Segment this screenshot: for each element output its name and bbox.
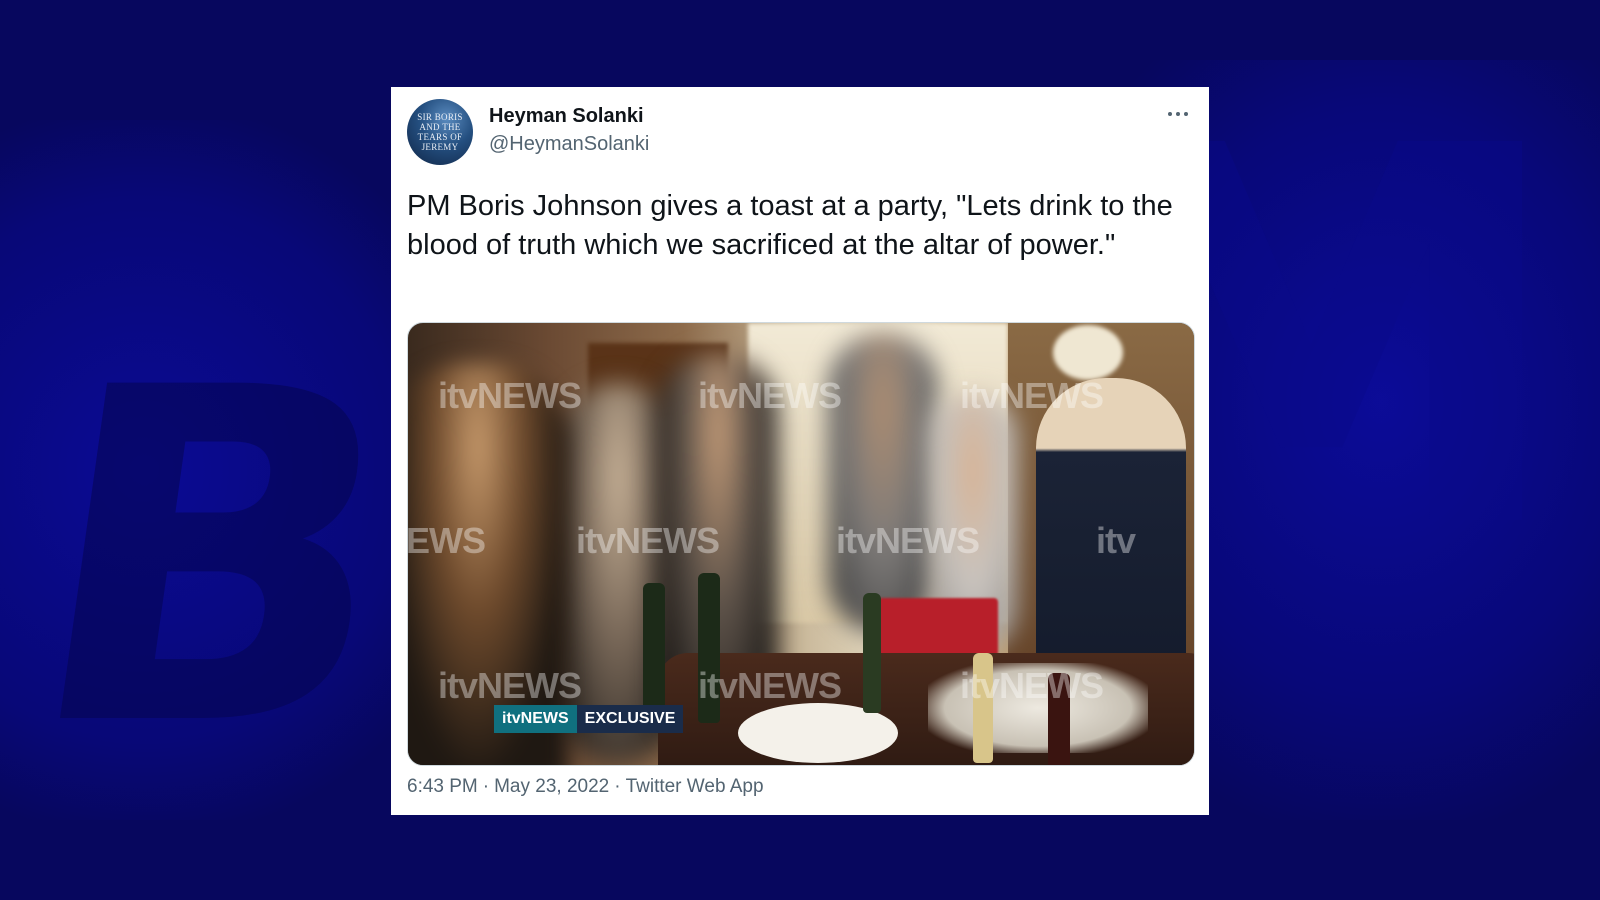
watermark-itv-news: itvNEWS [960,665,1104,706]
photo-blurred-person [828,333,938,633]
author-name[interactable]: Heyman Solanki [489,105,644,128]
watermark-itv-news-partial: EWS [407,520,486,561]
photo-red-box [878,598,998,658]
news-brand-label: itvNEWS [494,705,577,733]
news-exclusive-badge: itvNEWS EXCLUSIVE [494,705,684,733]
tweet-source[interactable]: Twitter Web App [626,776,764,797]
watermark-itv-news: itvNEWS [960,375,1104,416]
tweet-time[interactable]: 6:43 PM [407,776,478,797]
avatar-text-line: Jeremy [421,142,459,152]
tweet-date[interactable]: May 23, 2022 [494,776,609,797]
meta-separator: · [482,776,490,797]
background-logo-shape: B [2,292,409,827]
photo-bottle [643,583,665,723]
watermark-itv-news: itvNEWS [836,520,980,561]
tweet-text: PM Boris Johnson gives a toast at a part… [407,190,1173,261]
photo-hair [1053,325,1123,380]
watermark-itv-news: itvNEWS [438,665,582,706]
watermark-itv-news-partial: itv [1096,520,1136,561]
avatar-text-line: Sir Boris [417,112,463,122]
watermark-itv-news: itvNEWS [698,375,842,416]
more-horizontal-icon [1166,112,1190,116]
watermark-itv-news: itvNEWS [576,520,720,561]
avatar-text-line: tears of [417,132,463,142]
watermark-itv-news: itvNEWS [438,375,582,416]
meta-separator: · [614,776,621,797]
watermark-itv-news: itvNEWS [698,665,842,706]
more-options-button[interactable] [1161,101,1195,127]
avatar[interactable]: Sir Boris and the tears of Jeremy [407,99,473,165]
tweet-card: Sir Boris and the tears of Jeremy Heyman… [391,87,1209,815]
avatar-text-line: and the [419,122,461,132]
tweet-meta: 6:43 PM · May 23, 2022 · Twitter Web App [407,776,764,798]
tweet-media-photo[interactable]: itvNEWS itvNEWS itvNEWS EWS itvNEWS itvN… [407,322,1195,766]
author-handle[interactable]: @HeymanSolanki [489,133,649,156]
photo-bottle [863,593,881,713]
exclusive-label: EXCLUSIVE [576,705,684,733]
